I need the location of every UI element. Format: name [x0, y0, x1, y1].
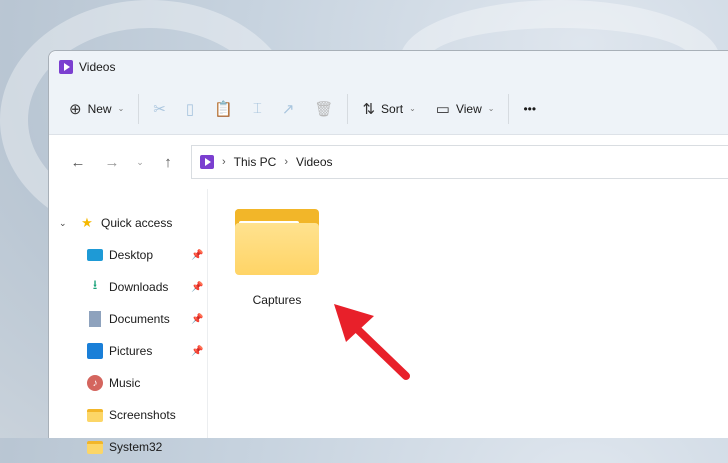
view-label: View — [455, 101, 482, 116]
delete-button[interactable]: 🗑 — [304, 93, 343, 125]
file-list: Captures — [208, 189, 728, 438]
sidebar-item-screenshots[interactable]: Screenshots — [49, 399, 207, 431]
command-bar: ⊕ New ⌄ ✂ ▯ 📋 ⌶ ↗ 🗑 ⇅ Sort ⌄ ▭ View ⌄ ••• — [49, 83, 728, 135]
divider — [347, 93, 349, 124]
window-title: Videos — [79, 60, 116, 74]
chevron-down-icon[interactable]: ⌄ — [59, 218, 79, 229]
sidebar-item-label: System32 — [109, 440, 163, 454]
videos-icon — [200, 155, 214, 169]
sidebar-item-documents[interactable]: Documents 📌 — [49, 303, 207, 335]
chevron-down-icon: ⌄ — [409, 104, 416, 113]
videos-icon — [59, 60, 73, 74]
rename-button[interactable]: ⌶ — [243, 93, 272, 125]
navigation-row: ← → ⌄ ↑ › This PC › Videos — [49, 135, 728, 189]
rename-icon: ⌶ — [252, 100, 262, 117]
sort-button[interactable]: ⇅ Sort ⌄ — [352, 93, 425, 125]
divider — [508, 93, 510, 124]
sidebar-item-desktop[interactable]: Desktop 📌 — [49, 239, 207, 271]
scissors-icon: ✂ — [153, 100, 166, 118]
copy-icon: ▯ — [185, 100, 195, 118]
sidebar-item-label: Music — [109, 376, 141, 390]
address-bar[interactable]: › This PC › Videos — [191, 145, 728, 179]
sidebar-item-pictures[interactable]: Pictures 📌 — [49, 335, 207, 367]
copy-button[interactable]: ▯ — [176, 93, 204, 125]
pin-icon[interactable]: 📌 — [191, 314, 203, 325]
sidebar-item-label: Documents — [109, 312, 170, 326]
new-button[interactable]: ⊕ New ⌄ — [59, 93, 134, 125]
sidebar-item-label: Desktop — [109, 248, 154, 262]
chevron-down-icon: ⌄ — [487, 104, 495, 113]
music-icon: ♪ — [87, 375, 103, 391]
navigation-pane: ⌄ ★ Quick access Desktop 📌 ⭳ Downloads 📌 Do… — [49, 189, 208, 454]
breadcrumb-this-pc[interactable]: This PC — [234, 155, 277, 169]
pin-icon[interactable]: 📌 — [191, 250, 203, 261]
paste-icon: 📋 — [214, 100, 233, 118]
sort-icon: ⇅ — [362, 100, 376, 118]
chevron-right-icon: › — [284, 156, 289, 168]
more-button[interactable]: ••• — [513, 93, 546, 125]
view-button[interactable]: ▭ View ⌄ — [426, 93, 505, 125]
sidebar-item-quick-access[interactable]: ⌄ ★ Quick access — [49, 207, 207, 239]
sidebar-item-label: Quick access — [101, 216, 173, 230]
chevron-right-icon: › — [222, 156, 226, 168]
more-icon: ••• — [523, 101, 537, 116]
view-icon: ▭ — [435, 100, 450, 118]
document-icon — [89, 311, 101, 327]
breadcrumb-videos[interactable]: Videos — [296, 155, 332, 169]
forward-button[interactable]: → — [95, 154, 129, 171]
sidebar-item-music[interactable]: ♪ Music — [49, 367, 207, 399]
pin-icon[interactable]: 📌 — [191, 282, 203, 293]
recent-locations-button[interactable]: ⌄ — [129, 157, 151, 168]
trash-icon: 🗑 — [314, 100, 334, 118]
new-label: New — [87, 101, 112, 116]
paste-button[interactable]: 📋 — [204, 93, 243, 125]
pictures-icon — [87, 343, 103, 359]
pin-icon[interactable]: 📌 — [191, 346, 203, 357]
share-icon: ↗ — [281, 100, 295, 118]
chevron-down-icon: ⌄ — [117, 104, 125, 113]
folder-icon — [87, 440, 103, 454]
sort-label: Sort — [381, 101, 404, 116]
annotation-arrow — [334, 304, 410, 380]
sidebar-item-label: Downloads — [109, 280, 169, 294]
cut-button[interactable]: ✂ — [143, 93, 176, 125]
divider — [138, 93, 140, 124]
sidebar-item-label: Screenshots — [109, 408, 176, 422]
up-button[interactable]: ↑ — [151, 154, 185, 171]
folder-icon — [235, 209, 319, 275]
folder-item-captures[interactable]: Captures — [232, 209, 322, 307]
plus-circle-icon: ⊕ — [69, 100, 82, 118]
star-icon: ★ — [81, 215, 93, 230]
download-icon: ⭳ — [92, 277, 98, 292]
folder-icon — [87, 408, 103, 422]
sidebar-item-label: Pictures — [109, 344, 153, 358]
desktop-icon — [87, 249, 103, 261]
sidebar-item-system32[interactable]: System32 — [49, 431, 207, 463]
sidebar-item-downloads[interactable]: ⭳ Downloads 📌 — [49, 271, 207, 303]
title-bar: Videos — [49, 51, 728, 83]
folder-name: Captures — [252, 293, 302, 307]
back-button[interactable]: ← — [61, 154, 95, 171]
share-button[interactable]: ↗ — [272, 93, 305, 125]
